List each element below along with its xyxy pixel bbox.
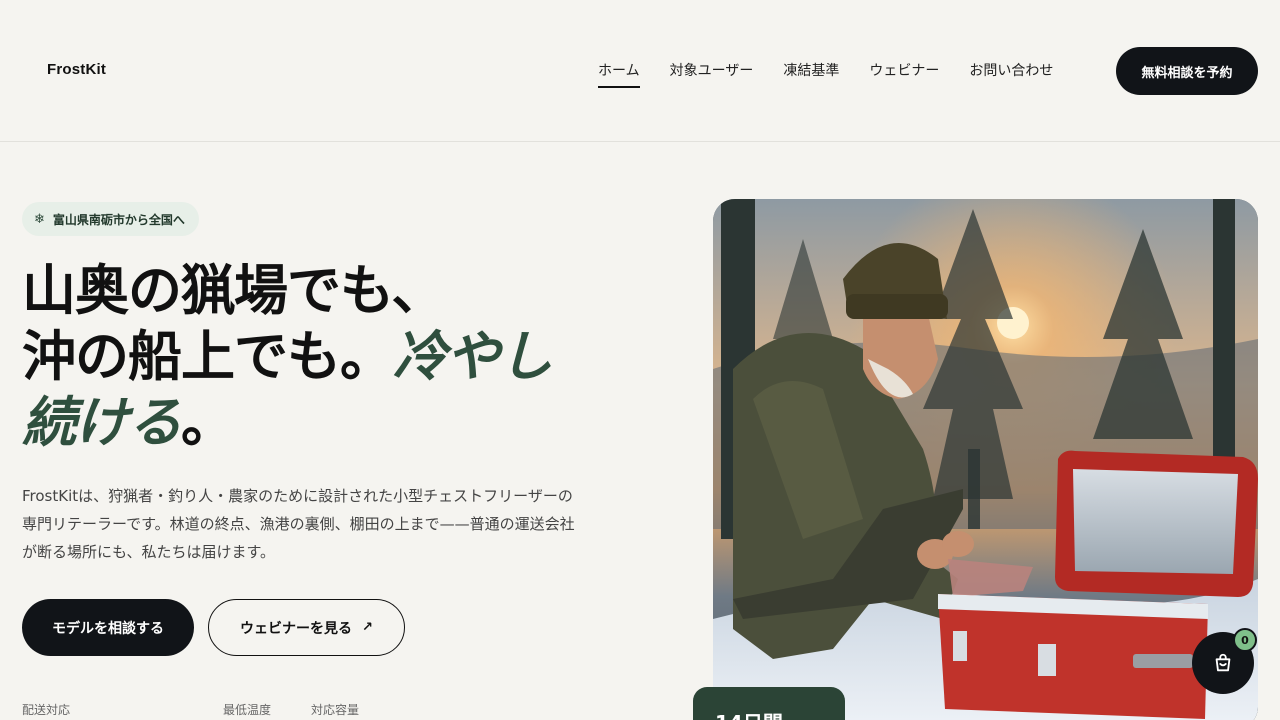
stat-label-delivery: 配送対応 [22, 703, 71, 717]
hero-description: FrostKitは、狩猟者・釣り人・農家のために設計された小型チェストフリーザー… [22, 487, 575, 561]
nav-item-contact[interactable]: お問い合わせ [969, 60, 1053, 88]
watch-webinar-button[interactable]: ウェビナーを見る ↗ [208, 599, 405, 656]
nav-item-freezing-standards[interactable]: 凍結基準 [783, 60, 839, 88]
nav-item-home[interactable]: ホーム [598, 60, 640, 88]
site-header: FrostKit ホーム 対象ユーザー 凍結基準 ウェビナー お問い合わせ 無料… [0, 0, 1280, 142]
headline-line-1: 山奥の猟場でも、 [22, 259, 445, 322]
headline-end: 。 [181, 391, 235, 454]
arrow-up-right-icon: ↗ [362, 620, 373, 635]
shopping-bag-icon [1215, 653, 1231, 672]
cart-count-badge: 0 [1233, 628, 1257, 652]
snowflake-icon: ❄ [34, 211, 45, 227]
nav-item-target-users[interactable]: 対象ユーザー [670, 60, 754, 88]
watch-webinar-label: ウェビナーを見る [240, 620, 353, 637]
logo[interactable]: FrostKit [47, 61, 106, 78]
stat-label-min-temp: 最低温度 [223, 703, 272, 717]
location-badge: ❄ 富山県南砺市から全国へ [22, 202, 199, 236]
hero-headline: 山奥の猟場でも、 沖の船上でも。冷やし 続ける。 [22, 258, 662, 456]
nav-item-webinar[interactable]: ウェビナー [869, 60, 939, 88]
headline-accent-2: 続ける [22, 391, 182, 454]
book-consultation-button[interactable]: 無料相談を予約 [1116, 47, 1258, 95]
consult-model-button[interactable]: モデルを相談する [22, 599, 194, 656]
hunter-freezer-illustration [713, 199, 1258, 720]
stat-label-capacity: 対応容量 [311, 703, 360, 717]
duration-card: 14日間 [693, 687, 845, 720]
headline-line-2-text: 沖の船上でも。 [22, 325, 394, 388]
headline-accent-1: 冷やし [393, 325, 553, 388]
headline-line-2: 沖の船上でも。冷やし [22, 324, 662, 390]
badge-label: 富山県南砺市から全国へ [52, 212, 185, 227]
main-nav: ホーム 対象ユーザー 凍結基準 ウェビナー お問い合わせ [598, 60, 1053, 88]
headline-line-3: 続ける。 [22, 390, 662, 456]
hero-photo [713, 199, 1258, 720]
